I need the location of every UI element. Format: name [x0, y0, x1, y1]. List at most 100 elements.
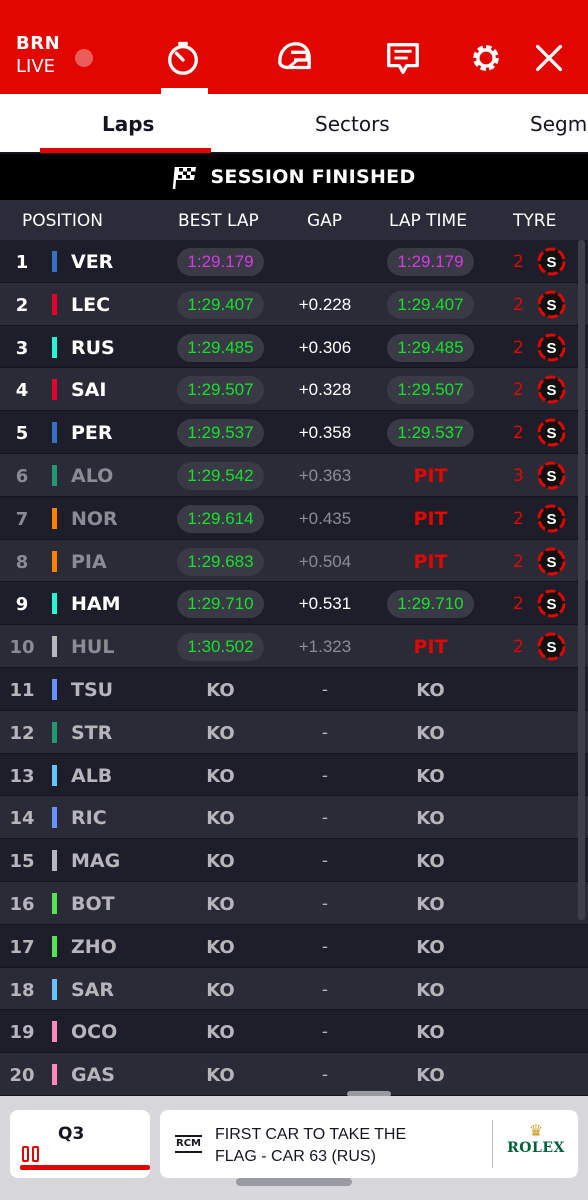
driver-code: GAS	[71, 1064, 115, 1087]
team-color-bar	[52, 935, 57, 957]
last-lap-time: 1:29.507	[387, 376, 474, 405]
tyre-age: 2	[513, 423, 524, 444]
best-lap-time: 1:29.614	[177, 504, 264, 533]
tyre-compound-label: S	[546, 468, 556, 485]
table-row[interactable]: 8 PIA 1:29.683 +0.504 PIT 2 S	[0, 539, 588, 583]
tab-sectors[interactable]: Sectors	[315, 112, 390, 136]
team-color-bar	[52, 850, 57, 872]
table-row[interactable]: 1 VER 1:29.179 1:29.179 2 S	[0, 240, 588, 283]
driver-position: 11	[9, 679, 35, 701]
table-row[interactable]: 11 TSU KO - KO	[0, 667, 588, 711]
gap-value: -	[321, 679, 329, 700]
tab-segments[interactable]: Segm	[530, 112, 587, 136]
best-lap-ko: KO	[206, 722, 235, 744]
driver-code: PER	[71, 422, 113, 445]
best-lap-ko: KO	[206, 1022, 235, 1044]
session-label: Q3	[58, 1124, 85, 1144]
driver-code: PIA	[71, 550, 107, 573]
driver-position: 15	[9, 851, 35, 873]
driver-position: 4	[15, 380, 29, 402]
driver-position: 3	[15, 337, 29, 359]
team-color-bar	[52, 636, 57, 658]
lap-time-ko: KO	[416, 979, 445, 1001]
tyre-age: 2	[513, 508, 524, 529]
team-color-bar	[52, 507, 57, 529]
divider	[492, 1120, 493, 1168]
team-color-bar	[52, 293, 57, 315]
crown-icon: ♛	[528, 1121, 544, 1140]
table-row[interactable]: 2 LEC 1:29.407 +0.228 1:29.407 2 S	[0, 282, 588, 326]
team-color-bar	[52, 251, 57, 272]
column-position: POSITION	[22, 211, 103, 231]
table-row[interactable]: 9 HAM 1:29.710 +0.531 1:29.710 2 S	[0, 582, 588, 626]
team-color-bar	[52, 1064, 57, 1086]
table-row[interactable]: 16 BOT KO - KO	[0, 881, 588, 925]
race-control-messages-icon[interactable]	[383, 38, 423, 78]
gap-value: -	[321, 893, 329, 914]
table-row[interactable]: 15 MAG KO - KO	[0, 839, 588, 882]
table-row[interactable]: 14 RIC KO - KO	[0, 796, 588, 840]
tyre-age: 3	[513, 465, 524, 486]
best-lap-ko: KO	[206, 936, 235, 958]
tyre-compound-label: S	[546, 297, 556, 314]
team-color-bar	[52, 764, 57, 786]
table-row[interactable]: 17 ZHO KO - KO	[0, 924, 588, 968]
tab-laps[interactable]: Laps	[102, 112, 154, 136]
best-lap-ko: KO	[206, 765, 235, 787]
sponsor-logo: ♛ ROLEX	[505, 1121, 567, 1157]
tyre-compound-label: S	[546, 554, 556, 571]
team-color-bar	[52, 721, 57, 743]
settings-gear-icon[interactable]	[466, 38, 506, 78]
best-lap-ko: KO	[206, 679, 235, 701]
driver-code: TSU	[71, 678, 114, 701]
column-lap-time: LAP TIME	[389, 211, 467, 231]
soft-tyre-icon: S	[537, 632, 566, 661]
team-color-bar	[52, 978, 57, 1000]
driver-code: RUS	[71, 336, 115, 359]
driver-position: 10	[9, 637, 35, 659]
gap-value: -	[321, 765, 329, 786]
last-lap-time: 1:29.710	[387, 590, 474, 619]
table-row[interactable]: 10 HUL 1:30.502 +1.323 PIT 2 S	[0, 625, 588, 668]
table-row[interactable]: 18 SAR KO - KO	[0, 967, 588, 1011]
gap-value: +0.306	[298, 337, 352, 357]
driver-position: 12	[9, 722, 35, 744]
rcm-badge: RCM	[175, 1135, 202, 1153]
driver-code: ALO	[71, 464, 114, 487]
checkered-flag-icon	[173, 166, 197, 190]
session-location: BRN	[16, 33, 61, 54]
table-row[interactable]: 12 STR KO - KO	[0, 710, 588, 754]
table-row[interactable]: 4 SAI 1:29.507 +0.328 1:29.507 2 S	[0, 368, 588, 412]
sponsor-name: ROLEX	[507, 1140, 565, 1156]
column-best-lap: BEST LAP	[178, 211, 259, 231]
lap-time-ko: KO	[416, 1022, 445, 1044]
tyre-age: 2	[513, 337, 524, 358]
gap-value: -	[321, 936, 329, 957]
driver-code: ALB	[71, 764, 113, 787]
table-row[interactable]: 3 RUS 1:29.485 +0.306 1:29.485 2 S	[0, 325, 588, 369]
table-row[interactable]: 6 ALO 1:29.542 +0.363 PIT 3 S	[0, 453, 588, 497]
driver-position: 2	[15, 294, 29, 316]
session-card[interactable]: Q3	[10, 1110, 150, 1178]
gap-value: +0.531	[298, 594, 352, 614]
driver-position: 9	[15, 594, 29, 616]
pit-status: PIT	[413, 507, 448, 530]
table-row[interactable]: 19 OCO KO - KO	[0, 1010, 588, 1054]
race-control-message-card[interactable]: RCM FIRST CAR TO TAKE THE FLAG - CAR 63 …	[160, 1110, 578, 1178]
timer-icon[interactable]	[163, 38, 203, 78]
table-row[interactable]: 5 PER 1:29.537 +0.358 1:29.537 2 S	[0, 411, 588, 454]
gap-value: +0.363	[298, 465, 352, 485]
tyre-compound-label: S	[546, 511, 556, 528]
tyre-age: 2	[513, 551, 524, 572]
lap-time-ko: KO	[416, 722, 445, 744]
lap-time-ko: KO	[416, 808, 445, 830]
helmet-icon[interactable]	[274, 38, 314, 78]
last-lap-time: 1:29.407	[387, 290, 474, 319]
scrollbar[interactable]	[578, 240, 585, 920]
table-row[interactable]: 13 ALB KO - KO	[0, 753, 588, 797]
table-row[interactable]: 20 GAS KO - KO	[0, 1053, 588, 1096]
driver-code: BOT	[71, 892, 115, 915]
table-row[interactable]: 7 NOR 1:29.614 +0.435 PIT 2 S	[0, 496, 588, 540]
close-icon[interactable]	[529, 38, 569, 78]
tyre-compound-label: S	[546, 340, 556, 357]
